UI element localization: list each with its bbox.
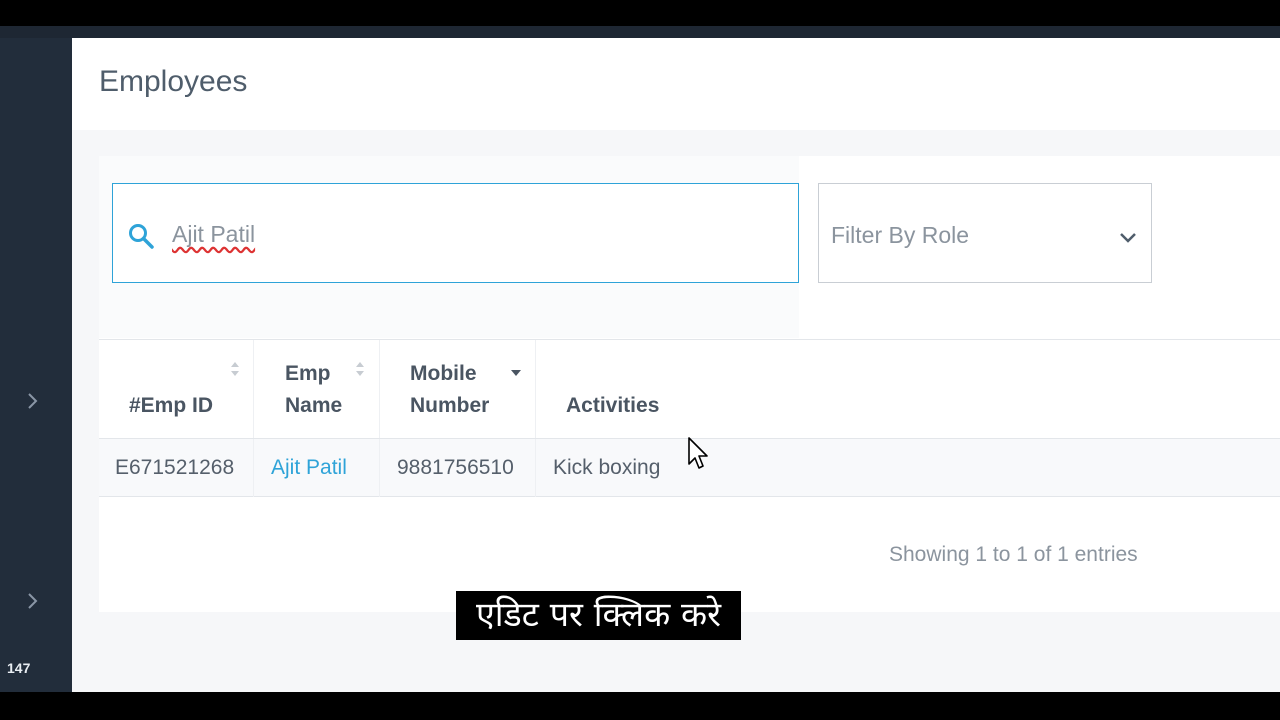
- entries-info: Showing 1 to 1 of 1 entries: [889, 543, 1138, 566]
- cell-emp-name-link[interactable]: Ajit Patil: [254, 439, 380, 497]
- cell-mobile-number: 9881756510: [380, 439, 536, 497]
- column-header-label: Emp: [285, 362, 331, 385]
- column-header-mobile-number[interactable]: Mobile Number: [380, 340, 536, 438]
- mouse-pointer-icon: [688, 437, 710, 471]
- column-header-label: Number: [410, 394, 490, 417]
- app-top-strip: [0, 26, 1280, 38]
- column-header-activities: Activities: [536, 340, 836, 438]
- filter-by-role-select[interactable]: Filter By Role: [818, 183, 1152, 283]
- page-header: Employees: [72, 38, 1280, 130]
- video-subtitle-caption: एडिट पर क्लिक करे: [456, 591, 741, 640]
- cell-activities: Kick boxing: [553, 456, 661, 479]
- sidebar: 147: [0, 38, 72, 692]
- filter-by-role-label: Filter By Role: [831, 222, 970, 248]
- table-header: #Emp ID Emp Name Mobile Number Activitie…: [99, 339, 1280, 439]
- sort-icon[interactable]: [229, 360, 241, 378]
- cell-emp-id: E671521268: [99, 439, 254, 497]
- sidebar-expand-chevron-icon[interactable]: [22, 391, 42, 411]
- column-header-label: #Emp ID: [129, 394, 214, 417]
- column-header-emp-id[interactable]: #Emp ID: [99, 340, 254, 438]
- column-header-label: Mobile: [410, 362, 477, 385]
- column-header-label: Activities: [566, 394, 660, 417]
- sidebar-count-badge: 147: [7, 660, 31, 676]
- search-input-value[interactable]: Ajit Patil: [172, 221, 255, 248]
- video-bottom-bar: [0, 692, 1280, 720]
- sort-icon[interactable]: [354, 360, 366, 378]
- video-top-bar: [0, 0, 1280, 26]
- sort-descending-icon[interactable]: [509, 368, 523, 378]
- column-header-label: Name: [285, 394, 343, 417]
- sidebar-expand-chevron-icon[interactable]: [22, 591, 42, 611]
- page-title: Employees: [99, 65, 248, 98]
- employees-card: Ajit Patil Filter By Role #Emp ID Emp Na…: [99, 156, 1280, 612]
- search-input[interactable]: Ajit Patil: [112, 183, 799, 283]
- column-header-emp-name[interactable]: Emp Name: [254, 340, 380, 438]
- search-icon: [127, 222, 155, 250]
- chevron-down-icon: [1116, 225, 1140, 249]
